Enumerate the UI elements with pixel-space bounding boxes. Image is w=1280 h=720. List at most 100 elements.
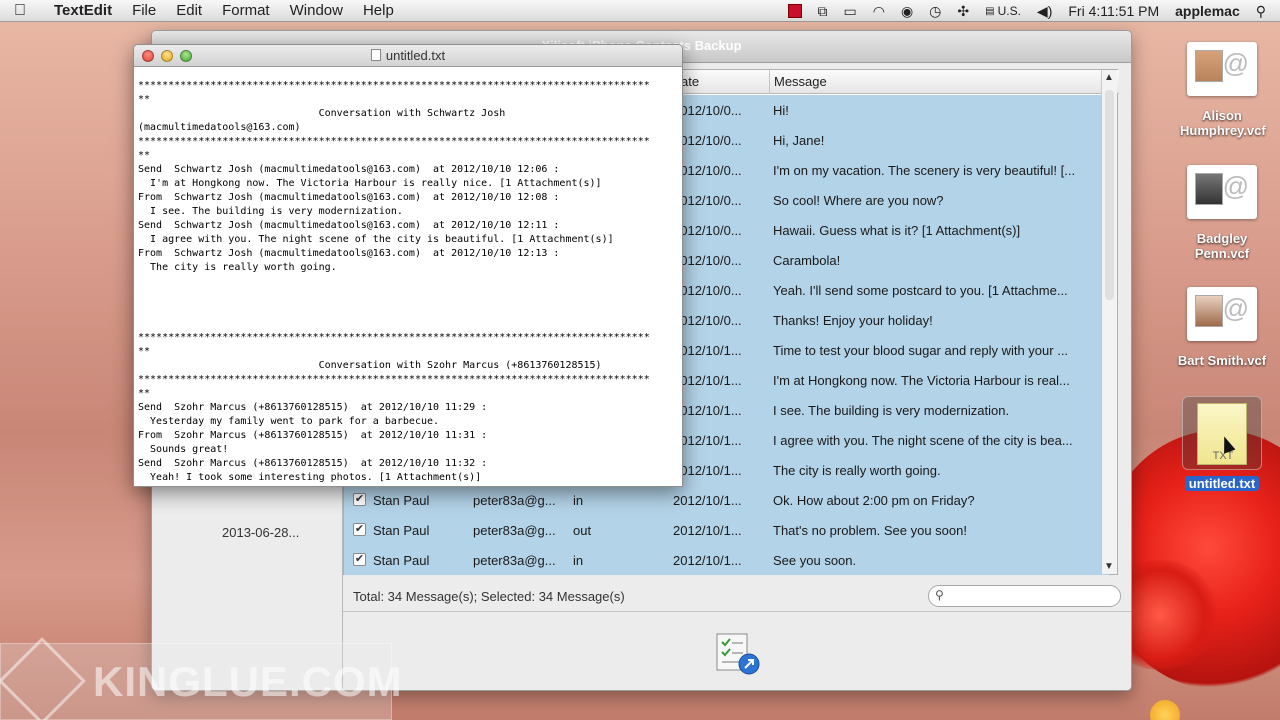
export-button[interactable] [713, 632, 761, 676]
text-line: ** [138, 388, 151, 399]
time-machine-icon[interactable]: ◷ [921, 3, 949, 20]
spotlight-icon[interactable]: ⚲ [1248, 3, 1280, 20]
row-message: I'm on my vacation. The scenery is very … [773, 163, 1076, 178]
record-icon[interactable] [780, 4, 810, 18]
status-bar: Total: 34 Message(s); Selected: 34 Messa… [343, 579, 1131, 609]
col-date-header[interactable]: ate [681, 74, 699, 89]
search-input[interactable]: ⚲ [928, 585, 1121, 607]
row-date: 2012/10/0... [673, 103, 742, 118]
row-message: That's no problem. See you soon! [773, 523, 967, 538]
scroll-thumb[interactable] [1105, 90, 1114, 300]
menubar-clock[interactable]: Fri 4:11:51 PM [1060, 3, 1167, 19]
row-message: Thanks! Enjoy your holiday! [773, 313, 933, 328]
user-menu[interactable]: applemac [1167, 3, 1248, 19]
close-button[interactable] [142, 50, 154, 62]
text-line: Send Schwartz Josh (macmultimedatools@16… [138, 220, 560, 231]
desktop-icon-label: Badgley Penn.vcf [1194, 231, 1250, 261]
row-date: 2012/10/0... [673, 223, 742, 238]
bluetooth-icon[interactable]: ✣ [949, 3, 977, 20]
search-icon: ⚲ [935, 588, 944, 602]
row-message: Yeah. I'll send some postcard to you. [1… [773, 283, 1068, 298]
menu-edit[interactable]: Edit [166, 2, 212, 19]
row-direction: in [573, 553, 584, 568]
export-icon [716, 633, 760, 675]
row-email: peter83a@g... [473, 553, 556, 568]
textedit-title: untitled.txt [385, 48, 446, 63]
row-contact-name: Stan Paul [373, 553, 430, 568]
text-line: ** [138, 94, 151, 105]
minimize-button[interactable] [161, 50, 173, 62]
row-date: 2012/10/1... [673, 403, 742, 418]
text-line [138, 317, 680, 331]
input-source-menu[interactable]: ▤ U.S. [977, 4, 1029, 18]
desktop-icon-label: Bart Smith.vcf [1177, 353, 1267, 368]
apple-menu-icon[interactable]:  [0, 2, 40, 20]
scroll-down-icon[interactable]: ▼ [1104, 561, 1114, 572]
row-message: The city is really worth going. [773, 463, 941, 478]
backup-date[interactable]: 2013-06-28... [222, 525, 299, 540]
menu-bar:  TextEdit File Edit Format Window Help … [0, 0, 1280, 22]
windows-icon[interactable]: ⧉ [810, 3, 836, 20]
vcard-icon: @ [1187, 42, 1257, 96]
row-date: 2012/10/1... [673, 463, 742, 478]
col-message-header[interactable]: Message [774, 74, 827, 89]
menu-file[interactable]: File [122, 2, 166, 19]
row-message: I'm at Hongkong now. The Victoria Harbou… [773, 373, 1070, 388]
txt-file-icon: TXT [1182, 396, 1262, 470]
desktop-icon-alison[interactable]: @ Alison Humphrey.vcf [1172, 42, 1272, 138]
row-direction: out [573, 523, 592, 538]
text-line [138, 275, 680, 289]
desktop-sun [1150, 700, 1180, 720]
battery-icon[interactable]: ▭ [836, 3, 865, 20]
text-line: Send Szohr Marcus (+8613760128515) at 20… [138, 458, 488, 469]
row-checkbox[interactable]: ✔ [353, 523, 366, 536]
message-count: Total: 34 Message(s); Selected: 34 Messa… [353, 589, 625, 604]
text-line: I'm at Hongkong now. The Victoria Harbou… [138, 178, 602, 189]
text-line: Conversation with Schwartz Josh [138, 108, 506, 119]
desktop-icon-label: Alison Humphrey.vcf [1180, 108, 1266, 138]
menu-format[interactable]: Format [212, 2, 280, 19]
row-message: Hi! [773, 103, 789, 118]
menu-help[interactable]: Help [353, 2, 404, 19]
table-row[interactable]: ✔ Stan Paul peter83a@g... in 2012/10/1... Ok.… [344, 485, 1109, 515]
row-date: 2012/10/0... [673, 133, 742, 148]
text-line: ****************************************… [138, 332, 650, 343]
row-message: Time to test your blood sugar and reply … [773, 343, 1069, 358]
row-date: 2012/10/1... [673, 343, 742, 358]
table-row[interactable]: ✔ Stan Paul peter83a@g... out 2012/10/1... Th… [344, 515, 1109, 545]
text-line: From Szohr Marcus (+8613760128515) at 20… [138, 430, 488, 441]
row-checkbox[interactable]: ✔ [353, 553, 366, 566]
row-email: peter83a@g... [473, 493, 556, 508]
menu-window[interactable]: Window [280, 2, 353, 19]
text-line: I see. The building is very modernizatio… [138, 206, 403, 217]
textedit-document-text[interactable]: ****************************************… [138, 79, 680, 485]
text-line: From Schwartz Josh (macmultimedatools@16… [138, 248, 560, 259]
row-date: 2012/10/1... [673, 493, 742, 508]
row-date: 2012/10/0... [673, 283, 742, 298]
row-email: peter83a@g... [473, 523, 556, 538]
row-date: 2012/10/1... [673, 433, 742, 448]
watermark: KINGLUE.COM [0, 637, 402, 720]
flag-icon: ▤ [985, 5, 995, 17]
scroll-up-icon[interactable]: ▲ [1104, 72, 1114, 83]
text-line [138, 289, 680, 303]
desktop-icon-bart[interactable]: @ Bart Smith.vcf [1172, 287, 1272, 368]
row-message: Ok. How about 2:00 pm on Friday? [773, 493, 975, 508]
vcard-icon: @ [1187, 287, 1257, 341]
row-message: Hi, Jane! [773, 133, 825, 148]
table-row[interactable]: ✔ Stan Paul peter83a@g... in 2012/10/1... See… [344, 545, 1109, 575]
text-line: Conversation with Szohr Marcus (+8613760… [138, 360, 602, 371]
wifi-icon[interactable]: ◠ [865, 3, 893, 20]
text-line: ****************************************… [138, 374, 650, 385]
row-date: 2012/10/0... [673, 193, 742, 208]
vertical-scrollbar[interactable]: ▲ ▼ [1101, 70, 1117, 574]
volume-icon[interactable]: ◀) [1029, 3, 1060, 20]
zoom-button[interactable] [180, 50, 192, 62]
desktop-icon-badgley[interactable]: @ Badgley Penn.vcf [1172, 165, 1272, 261]
row-message: So cool! Where are you now? [773, 193, 944, 208]
row-message: I see. The building is very modernizatio… [773, 403, 1010, 418]
app-menu[interactable]: TextEdit [40, 2, 122, 19]
row-checkbox[interactable]: ✔ [353, 493, 366, 506]
text-line: Send Szohr Marcus (+8613760128515) at 20… [138, 402, 488, 413]
sync-icon[interactable]: ◉ [893, 3, 921, 20]
